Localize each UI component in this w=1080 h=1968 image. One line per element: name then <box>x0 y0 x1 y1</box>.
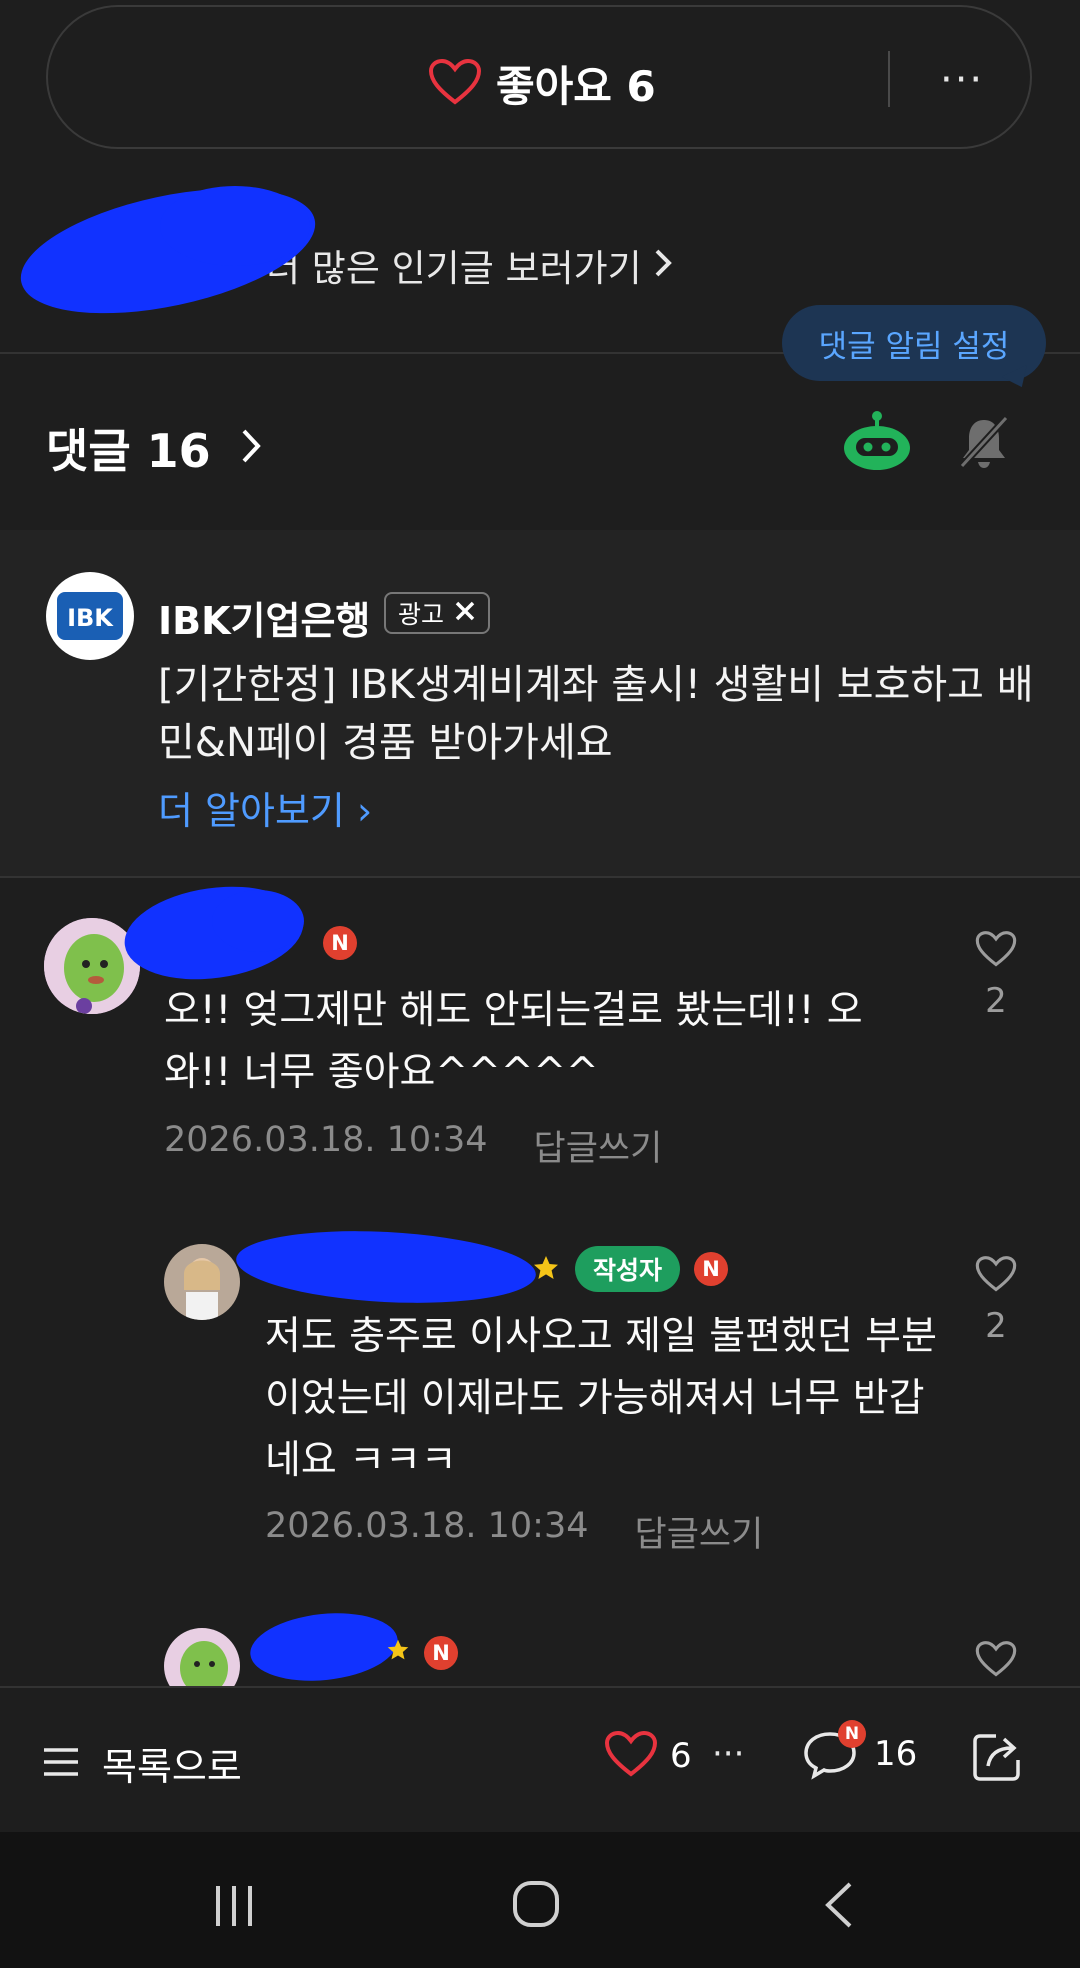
share-icon[interactable] <box>970 1728 1026 1788</box>
avatar[interactable] <box>164 1244 240 1320</box>
menu-icon <box>42 1746 80 1782</box>
comments-count-label: 댓글 16 <box>46 424 211 478</box>
ad-badge[interactable]: 광고 <box>384 592 491 634</box>
ad-learn-more-link[interactable]: 더 알아보기 › <box>158 780 372 835</box>
heart-icon <box>604 1730 658 1782</box>
bottom-comment-button[interactable]: N 16 <box>802 1720 918 1780</box>
new-badge: N <box>323 926 357 960</box>
comment-like[interactable]: 2 <box>966 930 1026 1021</box>
comment-date: 2026.03.18. 10:34 <box>164 1120 488 1160</box>
bottom-action-bar: 목록으로 6 ··· N 16 <box>0 1686 1080 1832</box>
ad-label: 광고 <box>398 600 445 629</box>
popular-posts-label: 더 많은 인기글 보러가기 <box>266 247 642 290</box>
heart-outline-icon <box>975 931 1017 977</box>
comment-like-count: 2 <box>985 1306 1007 1346</box>
ad-body: [기간한정] IBK생계비계좌 출시! 생활비 보호하고 배민&N페이 경품 받… <box>158 662 1034 766</box>
comment-like[interactable]: 2 <box>966 1255 1026 1346</box>
redaction-mark <box>212 890 304 952</box>
ad-learn-more-label: 더 알아보기 <box>158 789 345 833</box>
home-icon[interactable] <box>512 1880 560 1932</box>
new-badge: N <box>838 1720 866 1748</box>
reply-button[interactable]: 답글쓰기 <box>534 1120 663 1171</box>
author-badge: 작성자 <box>575 1246 681 1292</box>
robot-icon[interactable] <box>842 410 912 478</box>
section-divider <box>0 876 1080 878</box>
list-button-label: 목록으로 <box>102 1745 242 1789</box>
like-bar: 좋아요 6 ··· <box>46 5 1032 149</box>
new-badge: N <box>694 1252 728 1286</box>
chevron-right-icon <box>241 421 261 475</box>
divider <box>888 51 890 107</box>
popular-posts-link[interactable]: 더 많은 인기글 보러가기 <box>266 238 672 292</box>
comment-date: 2026.03.18. 10:34 <box>265 1506 589 1546</box>
star-icon <box>532 1254 560 1286</box>
heart-outline-icon <box>975 1256 1017 1302</box>
new-badge: N <box>424 1636 458 1670</box>
advertiser-logo: IBK <box>46 572 134 660</box>
more-options-button[interactable]: ··· <box>940 57 984 103</box>
like-button[interactable]: 좋아요 6 <box>428 53 656 114</box>
comment-meta: 2026.03.18. 10:34 답글쓰기 <box>265 1506 763 1557</box>
bottom-more-button[interactable]: ··· <box>712 1734 744 1774</box>
close-icon[interactable] <box>454 599 476 628</box>
bottom-comment-count: 16 <box>874 1734 918 1774</box>
bottom-like-button[interactable]: 6 <box>604 1730 692 1782</box>
reply-button[interactable]: 답글쓰기 <box>635 1506 764 1557</box>
svg-text:IBK: IBK <box>67 604 114 632</box>
comment-meta: 2026.03.18. 10:34 답글쓰기 <box>164 1120 662 1171</box>
recent-apps-icon[interactable] <box>212 1884 256 1932</box>
comment-body: 저도 충주로 이사오고 제일 불편했던 부분이었는데 이제라도 가능해져서 너무… <box>265 1314 937 1483</box>
redaction-mark <box>160 186 310 266</box>
list-button[interactable]: 목록으로 <box>42 1736 242 1791</box>
comment-like[interactable] <box>966 1640 1026 1687</box>
comment-body: 오!! 엊그제만 해도 안되는걸로 봤는데!! 오와!! 너무 좋아요^^^^^ <box>164 988 863 1095</box>
heart-icon <box>428 58 482 110</box>
back-icon[interactable] <box>824 1882 854 1932</box>
redaction-mark <box>234 1224 538 1310</box>
bell-muted-icon[interactable] <box>956 414 1012 474</box>
bottom-like-count: 6 <box>670 1736 692 1776</box>
chevron-right-icon <box>654 244 672 287</box>
heart-outline-icon <box>975 1641 1017 1687</box>
comment-bubble-icon: N <box>802 1720 866 1780</box>
like-count-label: 좋아요 6 <box>496 62 656 111</box>
comment-like-count: 2 <box>985 981 1007 1021</box>
chevron-right-icon: › <box>344 789 373 833</box>
star-icon <box>386 1638 410 1666</box>
comments-header[interactable]: 댓글 16 <box>46 415 261 481</box>
comment-alert-tooltip[interactable]: 댓글 알림 설정 <box>782 305 1046 381</box>
advertiser-name: IBK기업은행 <box>158 599 371 643</box>
system-nav-bar <box>0 1832 1080 1968</box>
redaction-mark <box>246 1606 402 1688</box>
